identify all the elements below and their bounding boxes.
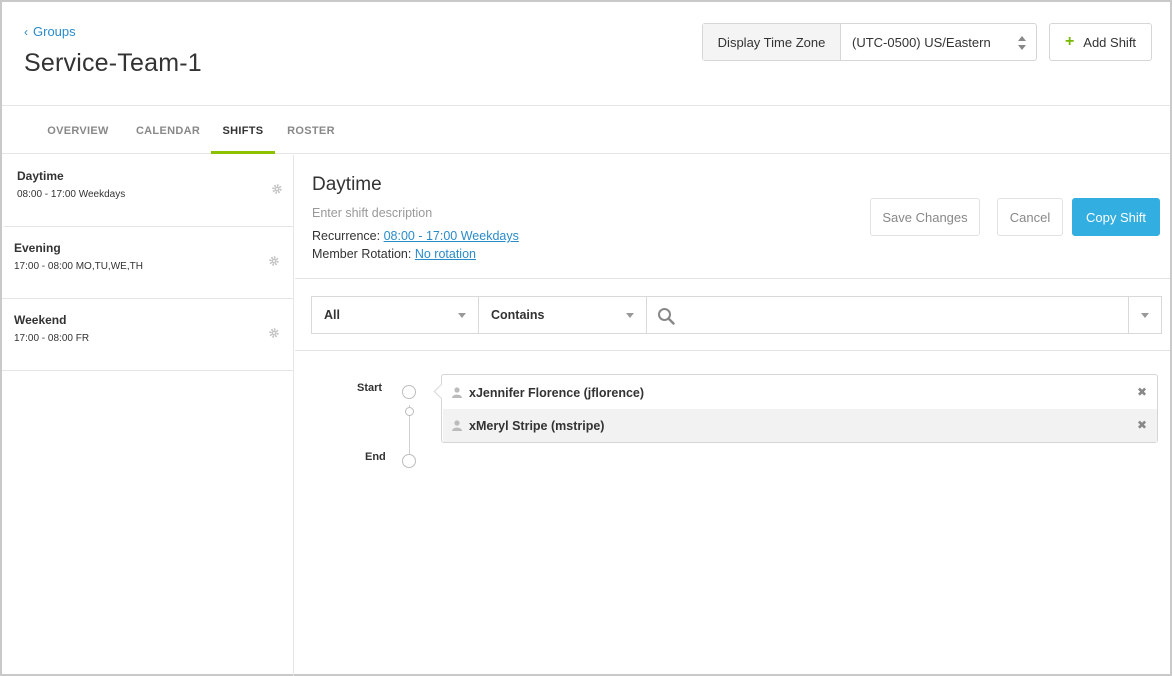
tab-shifts[interactable]: SHIFTS [211,107,275,154]
search-icon [658,308,675,325]
app-frame: ‹ Groups Service-Team-1 Display Time Zone… [0,0,1172,676]
search-options-dropdown[interactable] [1128,296,1162,334]
page-title: Service-Team-1 [24,49,202,77]
operator-value: Contains [491,308,545,322]
timezone-label: Display Time Zone [703,24,841,60]
member-row[interactable]: xMeryl Stripe (mstripe) ✖ [443,409,1157,442]
user-icon [452,420,462,431]
shift-name: Daytime [17,169,64,183]
start-label: Start [357,382,383,394]
tab-roster[interactable]: ROSTER [280,107,342,154]
scope-select[interactable]: All [311,296,479,334]
add-shift-button[interactable]: + Add Shift [1049,23,1152,61]
operator-select[interactable]: Contains [479,296,647,334]
caret-down-icon [1141,313,1149,318]
add-shift-label: Add Shift [1083,34,1137,50]
tab-bar: OVERVIEW CALENDAR SHIFTS ROSTER [2,107,1170,154]
divider [295,350,1170,351]
search-input[interactable] [647,296,1129,334]
end-node [402,454,416,468]
start-node [402,385,416,399]
back-link-label: Groups [33,24,76,39]
select-arrows-icon [1018,36,1026,50]
shift-name: Weekend [14,313,67,327]
member-name: xMeryl Stripe (mstripe) [469,418,605,433]
member-name: xJennifer Florence (jflorence) [469,385,645,400]
shift-list: Daytime 08:00 - 17:00 Weekdays Evening 1… [2,155,294,676]
member-list: xJennifer Florence (jflorence) ✖ xMeryl … [441,374,1158,443]
tab-overview[interactable]: OVERVIEW [34,107,122,154]
member-row[interactable]: xJennifer Florence (jflorence) ✖ [443,376,1157,409]
shift-time: 17:00 - 08:00 FR [14,333,90,344]
divider [295,278,1170,279]
timezone-value: (UTC-0500) US/Eastern [852,34,991,50]
caret-down-icon [458,313,466,318]
plus-icon: + [1064,33,1075,50]
cancel-button[interactable]: Cancel [997,198,1063,236]
caret-down-icon [626,313,634,318]
tab-calendar[interactable]: CALENDAR [126,107,210,154]
shift-item-evening[interactable]: Evening 17:00 - 08:00 MO,TU,WE,TH [2,227,293,299]
shift-detail-title: Daytime [312,174,382,195]
gear-icon[interactable] [268,255,280,267]
scope-value: All [324,308,340,322]
gear-icon[interactable] [268,327,280,339]
rotation-label: Member Rotation: [312,247,412,261]
copy-shift-button[interactable]: Copy Shift [1072,198,1160,236]
remove-member-icon[interactable]: ✖ [1137,385,1147,399]
recurrence-line: Recurrence: 08:00 - 17:00 Weekdays [312,229,519,243]
remove-member-icon[interactable]: ✖ [1137,418,1147,432]
end-label: End [365,451,386,463]
rotation-link[interactable]: No rotation [415,247,476,261]
recurrence-link[interactable]: 08:00 - 17:00 Weekdays [384,229,519,243]
rotation-line: Member Rotation: No rotation [312,247,476,261]
shift-time: 08:00 - 17:00 Weekdays [17,189,126,200]
gear-icon[interactable] [271,183,283,195]
clock-icon [405,407,414,416]
shift-name: Evening [14,241,61,255]
page-header: ‹ Groups Service-Team-1 Display Time Zone… [2,2,1170,106]
back-to-groups-link[interactable]: ‹ Groups [24,24,76,39]
timezone-select[interactable]: (UTC-0500) US/Eastern [841,24,1036,60]
shift-item-weekend[interactable]: Weekend 17:00 - 08:00 FR [2,299,293,371]
shift-description-input[interactable]: Enter shift description [312,206,432,220]
shift-item-daytime[interactable]: Daytime 08:00 - 17:00 Weekdays [2,155,293,227]
save-changes-button[interactable]: Save Changes [870,198,980,236]
chevron-left-icon: ‹ [24,25,28,39]
user-icon [452,387,462,398]
timezone-control: Display Time Zone (UTC-0500) US/Eastern [702,23,1037,61]
shift-time: 17:00 - 08:00 MO,TU,WE,TH [14,261,143,272]
recurrence-label: Recurrence: [312,229,381,243]
